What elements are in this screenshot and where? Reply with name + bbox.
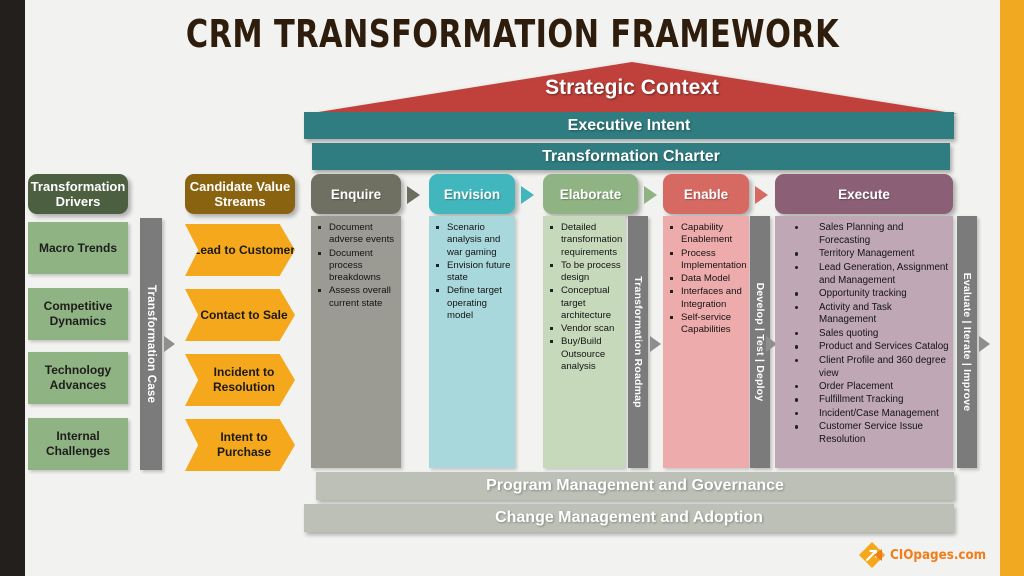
ciopages-diamond-arrow-icon [858,541,886,569]
list-item: Envision future state [435,260,511,285]
list-item: Fulfillment Tracking [781,394,949,407]
phase-header-enquire[interactable]: Enquire [311,174,401,214]
list-item: Document adverse events [317,222,397,247]
list-item: Product and Services Catalog [781,341,949,354]
driver-box-technology-advances: Technology Advances [28,352,128,404]
spine-develop-test-deploy-label: Develop | Test | Deploy [754,282,766,402]
value-stream-intent-to-purchase: Intent to Purchase [185,419,295,471]
list-item: Data Model [669,273,745,285]
list-item: Scenario analysis and war gaming [435,222,511,259]
value-stream-lead-to-customer: Lead to Customer [185,224,295,276]
phase-body-elaborate: Detailed transformation requirements To … [543,216,625,468]
driver-box-macro-trends: Macro Trends [28,222,128,274]
list-item: Sales Planning and Forecasting [781,222,949,248]
phase-bullets-elaborate: Detailed transformation requirements To … [549,222,622,373]
phase-bullets-envision: Scenario analysis and war gaming Envisio… [435,222,511,322]
spine-evaluate-iterate-improve: Evaluate | Iterate | Improve [957,216,977,468]
list-item: Define target operating model [435,285,511,322]
list-item: Vendor scan [549,323,621,335]
phase-body-execute: Sales Planning and Forecasting Territory… [775,216,953,468]
list-item: Incident/Case Management [781,408,949,421]
list-item: Sales quoting [781,328,949,341]
spine-transformation-roadmap: Transformation Roadmap [628,216,648,468]
list-item: Lead Generation, Assignment and Manageme… [781,262,949,288]
phase-bullets-enquire: Document adverse events Document process… [317,222,397,310]
page-title: CRM TRANSFORMATION FRAMEWORK [185,12,840,56]
spine-evaluate-iterate-improve-label: Evaluate | Iterate | Improve [961,272,973,412]
arrow-envision-to-elaborate [521,186,534,204]
executive-intent-bar: Executive Intent [304,112,954,139]
program-management-bar: Program Management and Governance [316,472,954,500]
value-stream-contact-to-sale: Contact to Sale [185,289,295,341]
left-edge-band [0,0,25,576]
arrow-case-to-streams [164,336,175,352]
driver-box-internal-challenges: Internal Challenges [28,418,128,470]
arrow-enable-to-execute [755,186,768,204]
list-item: Capability Enablement [669,222,745,247]
list-item: Order Placement [781,381,949,394]
phase-body-enquire: Document adverse events Document process… [311,216,401,468]
list-item: Detailed transformation requirements [549,222,622,259]
transformation-charter-bar: Transformation Charter [312,143,950,170]
list-item: Client Profile and 360 degree view [781,355,949,381]
list-item: Document process breakdowns [317,248,397,285]
phase-header-enable[interactable]: Enable [663,174,749,214]
list-item: To be process design [549,260,621,285]
arrow-roadmap-to-enable [650,336,661,352]
right-edge-band [1000,0,1024,576]
list-item: Assess overall current state [317,285,397,310]
driver-box-competitive-dynamics: Competitive Dynamics [28,288,128,340]
arrow-enquire-to-envision [407,186,420,204]
list-item: Buy/Build Outsource analysis [549,336,621,373]
candidate-value-streams-header: Candidate Value Streams [185,174,295,214]
phase-body-enable: Capability Enablement Process Implementa… [663,216,749,468]
phase-header-execute[interactable]: Execute [775,174,953,214]
phase-body-envision: Scenario analysis and war gaming Envisio… [429,216,515,468]
roof-pediment: Strategic Context [306,62,958,114]
arrow-elaborate-to-enable [644,186,657,204]
list-item: Customer Service Issue Resolution [781,421,949,447]
ciopages-logo-text: CIOpages.com [890,547,987,563]
value-stream-incident-to-resolution: Incident to Resolution [185,354,295,406]
list-item: Process Implementation [669,248,747,273]
list-item: Self-service Capabilities [669,312,745,337]
spine-transformation-case-label: Transformation Case [145,284,157,404]
spine-transformation-case: Transformation Case [140,218,162,470]
spine-transformation-roadmap-label: Transformation Roadmap [632,276,644,408]
phase-bullets-execute: Sales Planning and Forecasting Territory… [781,222,949,447]
phase-bullets-enable: Capability Enablement Process Implementa… [669,222,747,337]
phase-header-elaborate[interactable]: Elaborate [543,174,638,214]
list-item: Conceptual target architecture [549,285,621,322]
ciopages-logo[interactable]: CIOpages.com [858,541,995,569]
change-management-bar: Change Management and Adoption [304,504,954,532]
list-item: Territory Management [781,248,949,261]
list-item: Activity and Task Management [781,302,949,328]
list-item: Opportunity tracking [781,288,949,301]
transformation-drivers-header: Transformation Drivers [28,174,128,214]
arrow-evaluate-out [979,336,990,352]
phase-header-envision[interactable]: Envision [429,174,515,214]
list-item: Interfaces and Integration [669,286,745,311]
